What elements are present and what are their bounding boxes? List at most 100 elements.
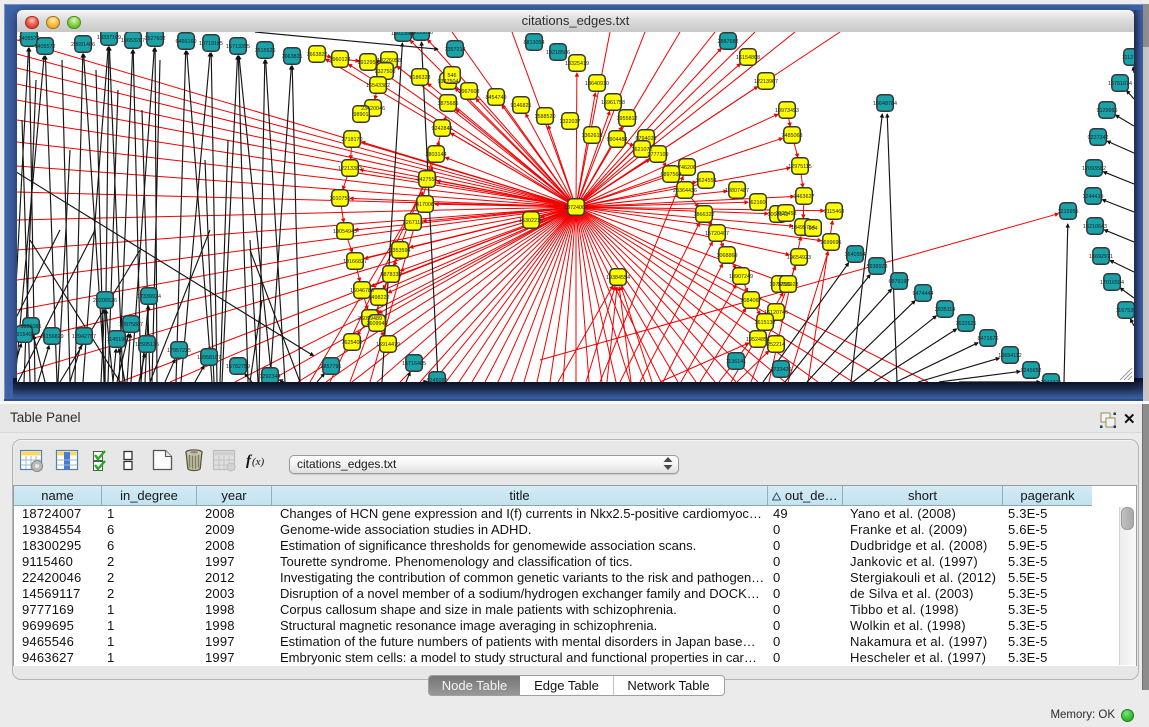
svg-text:1010755: 1010755	[330, 196, 351, 202]
svg-text:16154808: 16154808	[736, 55, 760, 61]
svg-text:1292344: 1292344	[260, 374, 281, 380]
svg-text:3215955: 3215955	[1058, 209, 1079, 215]
svg-text:1025458: 1025458	[776, 211, 797, 217]
svg-text:252214: 252214	[767, 342, 785, 348]
svg-text:9245063: 9245063	[427, 378, 448, 382]
svg-text:1527602: 1527602	[145, 36, 166, 42]
svg-text:8960124: 8960124	[330, 57, 351, 63]
svg-text:9146821: 9146821	[511, 103, 532, 109]
svg-text:3875685: 3875685	[438, 101, 459, 107]
svg-text:9904484: 9904484	[607, 137, 628, 143]
svg-text:19384554: 19384554	[606, 275, 630, 281]
svg-text:604: 604	[809, 226, 818, 232]
svg-text:1145194: 1145194	[107, 337, 128, 343]
svg-text:10807487: 10807487	[725, 188, 749, 194]
svg-text:10719185: 10719185	[199, 41, 223, 47]
svg-text:8912954: 8912954	[358, 60, 379, 66]
svg-text:9463627: 9463627	[794, 194, 815, 200]
svg-text:9327504: 9327504	[438, 79, 459, 85]
svg-text:16120746: 16120746	[764, 310, 788, 316]
svg-text:9756928: 9756928	[778, 282, 799, 288]
svg-text:1136141: 1136141	[726, 359, 747, 365]
svg-text:1955081: 1955081	[21, 324, 42, 330]
svg-text:19218506: 19218506	[546, 50, 570, 56]
svg-text:16961758: 16961758	[601, 100, 625, 106]
svg-text:1588520: 1588520	[535, 114, 556, 120]
svg-text:12213967: 12213967	[754, 79, 778, 85]
svg-text:17016504: 17016504	[1100, 280, 1124, 286]
svg-text:15751074: 15751074	[1108, 81, 1132, 87]
svg-text:1362615: 1362615	[582, 133, 603, 139]
svg-text:9227342: 9227342	[1088, 135, 1109, 141]
svg-text:7663821: 7663821	[282, 54, 303, 60]
svg-text:16648784: 16648784	[873, 101, 897, 107]
svg-text:6794028: 6794028	[636, 136, 657, 142]
svg-text:1640954: 1640954	[845, 252, 866, 258]
svg-text:2405572: 2405572	[19, 36, 40, 42]
svg-text:19166827: 19166827	[343, 259, 367, 265]
svg-text:7632621: 7632621	[956, 321, 977, 327]
svg-text:2718170: 2718170	[342, 137, 363, 143]
svg-text:9427552: 9427552	[417, 177, 438, 183]
svg-text:8454749: 8454749	[486, 95, 507, 101]
svg-text:18337109: 18337109	[97, 35, 121, 41]
svg-text:3624554: 3624554	[696, 178, 717, 184]
svg-text:746206: 746206	[678, 165, 696, 171]
svg-text:1044371: 1044371	[1041, 380, 1062, 382]
svg-text:13226058: 13226058	[377, 58, 401, 64]
svg-text:1498222: 1498222	[369, 295, 390, 301]
svg-text:62160: 62160	[751, 200, 766, 206]
svg-text:15720407: 15720407	[705, 231, 729, 237]
svg-text:2967608: 2967608	[459, 89, 480, 95]
svg-text:19654923: 19654923	[787, 255, 811, 261]
svg-text:1068869: 1068869	[717, 253, 738, 259]
svg-text:7625402: 7625402	[342, 340, 363, 346]
svg-text:9699695: 9699695	[821, 240, 842, 246]
svg-text:12975115: 12975115	[788, 164, 812, 170]
svg-text:1322037: 1322037	[560, 119, 581, 125]
svg-text:1353594: 1353594	[390, 248, 411, 254]
svg-text:9242848: 9242848	[432, 126, 453, 132]
svg-text:16033810: 16033810	[409, 32, 433, 36]
svg-text:12093582: 12093582	[1082, 166, 1106, 172]
svg-text:1733426: 1733426	[771, 367, 792, 373]
svg-text:2935114: 2935114	[935, 307, 956, 313]
svg-text:12213383: 12213383	[338, 166, 362, 172]
svg-text:9115460: 9115460	[824, 209, 845, 215]
svg-text:9857791: 9857791	[321, 364, 342, 370]
svg-text:16046786: 16046786	[350, 288, 374, 294]
svg-text:6897568: 6897568	[661, 172, 682, 178]
svg-text:7955812: 7955812	[617, 116, 638, 122]
svg-text:2609949: 2609949	[367, 321, 388, 327]
svg-text:9474444: 9474444	[913, 291, 934, 297]
svg-text:10653267: 10653267	[121, 38, 145, 44]
svg-text:98901: 98901	[354, 112, 369, 118]
svg-text:417006: 417006	[416, 202, 434, 208]
svg-text:15302215: 15302215	[519, 218, 543, 224]
svg-text:9129966: 9129966	[1097, 108, 1118, 114]
svg-text:8186328: 8186328	[410, 75, 431, 81]
svg-text:8471676: 8471676	[978, 336, 999, 342]
svg-text:18724007: 18724007	[564, 205, 588, 211]
svg-text:2887682: 2887682	[718, 39, 739, 45]
svg-text:10975887: 10975887	[119, 322, 143, 328]
svg-text:20364436: 20364436	[673, 188, 697, 194]
svg-text:18907249: 18907249	[729, 274, 753, 280]
svg-text:12942757: 12942757	[72, 334, 96, 340]
svg-text:9245652: 9245652	[1021, 368, 1042, 374]
svg-text:8267110: 8267110	[403, 220, 424, 226]
svg-text:3915401: 3915401	[17, 332, 35, 338]
svg-text:5878332: 5878332	[381, 272, 402, 278]
svg-text:15716485: 15716485	[402, 361, 426, 367]
svg-text:6879197: 6879197	[889, 279, 910, 285]
svg-text:19054945: 19054945	[333, 229, 357, 235]
svg-text:18640910: 18640910	[585, 81, 609, 87]
svg-text:11156829: 11156829	[40, 334, 63, 340]
svg-text:12505135: 12505135	[135, 342, 159, 348]
svg-text:20206526: 20206526	[93, 298, 117, 304]
svg-text:5938923: 5938923	[867, 264, 888, 270]
svg-text:7485063: 7485063	[782, 133, 803, 139]
svg-text:6466160: 6466160	[176, 39, 197, 45]
svg-text:2803144: 2803144	[426, 152, 447, 158]
svg-text:9777109: 9777109	[648, 152, 669, 158]
